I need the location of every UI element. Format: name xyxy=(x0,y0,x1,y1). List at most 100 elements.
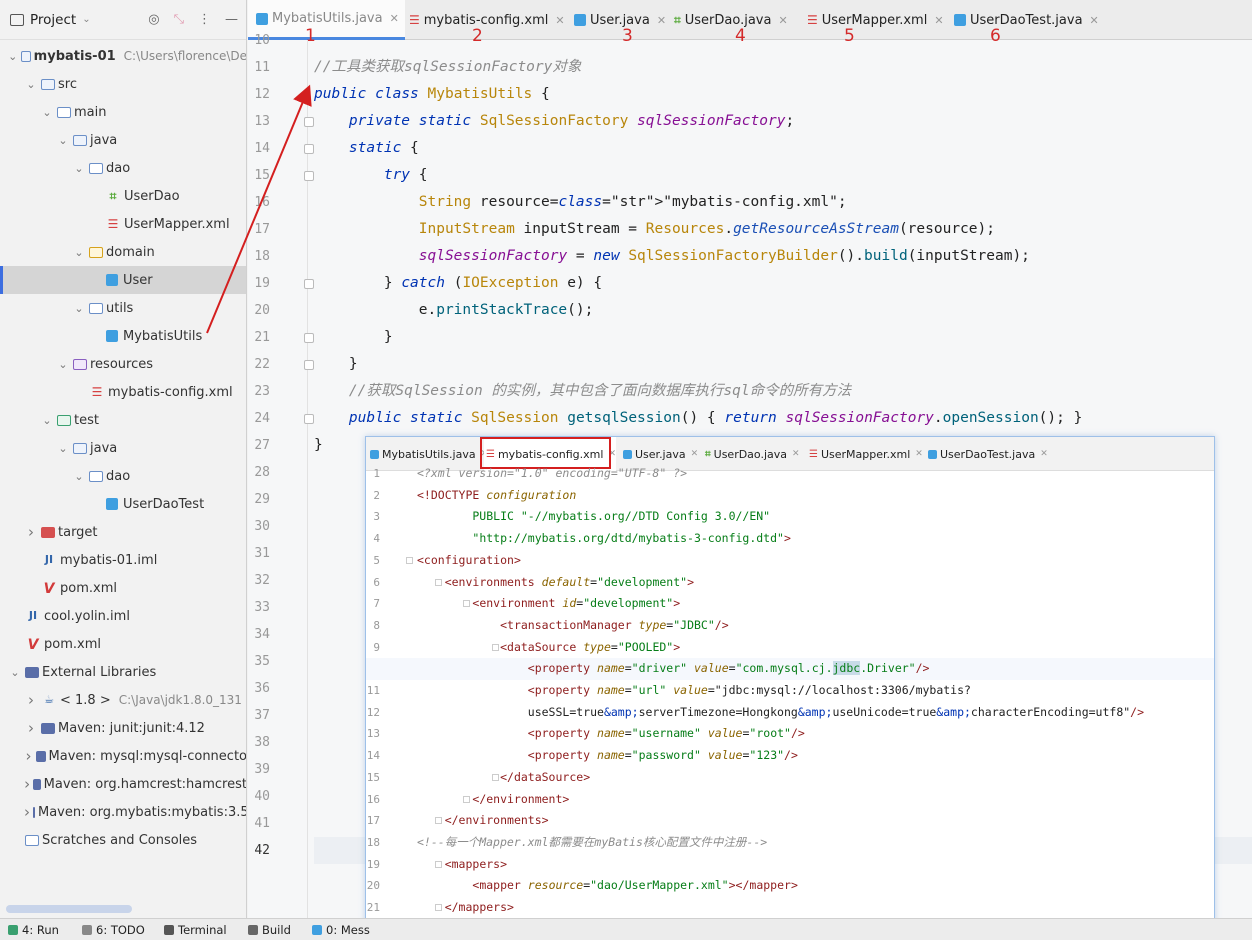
chevron-down-icon[interactable]: ⌄ xyxy=(56,358,70,371)
code-line: e.printStackTrace(); xyxy=(314,302,594,318)
fold-marker-icon[interactable] xyxy=(304,414,314,424)
tab-mybatisutils-java[interactable]: MybatisUtils.java ✕ xyxy=(248,0,405,40)
tab-usermapper-xml[interactable]: ☰ UserMapper.xml ✕ xyxy=(796,0,950,40)
fold-marker-icon[interactable] xyxy=(304,117,314,127)
tree-item[interactable]: ⌄ test xyxy=(0,406,246,434)
close-icon[interactable]: ✕ xyxy=(792,449,800,459)
chevron-down-icon[interactable]: ⌄ xyxy=(72,470,86,483)
tree-item[interactable]: › Maven: mysql:mysql-connecto xyxy=(0,742,246,770)
chevron-down-icon[interactable]: ⌄ xyxy=(56,442,70,455)
tool-window-bar: 4: Run 6: TODO Terminal Build 0: Mess xyxy=(0,918,1252,940)
tree-item[interactable]: ⌄ src xyxy=(0,70,246,98)
close-icon[interactable]: ✕ xyxy=(778,14,787,27)
fold-marker-icon[interactable] xyxy=(304,279,314,289)
chevron-right-icon[interactable]: › xyxy=(24,803,30,821)
tree-item[interactable]: › ☕ < 1.8 > C:\Java\jdk1.8.0_131 xyxy=(0,686,246,714)
line-number: 23 xyxy=(254,384,270,399)
toolwindow-button[interactable]: 4: Run xyxy=(8,919,59,940)
tree-item-label: resources xyxy=(90,356,154,372)
line-number: 14 xyxy=(254,141,270,156)
chevron-right-icon[interactable]: › xyxy=(24,747,33,765)
close-icon[interactable]: ✕ xyxy=(1040,449,1048,459)
close-icon[interactable]: ✕ xyxy=(1090,14,1099,27)
code-line: <dataSource type="POOLED"> xyxy=(500,639,681,654)
tree-item[interactable]: ⌄ dao xyxy=(0,462,246,490)
tree-item[interactable]: Scratches and Consoles xyxy=(0,826,246,854)
fold-marker-icon[interactable] xyxy=(304,333,314,343)
chevron-down-icon[interactable]: ⌄ xyxy=(8,50,18,63)
tab-label: UserDaoTest.java xyxy=(970,12,1083,28)
tab-userdaotest-java[interactable]: UserDaoTest.java ✕ xyxy=(946,0,1105,40)
code-line: <configuration> xyxy=(417,552,521,567)
chevron-down-icon[interactable]: ⌄ xyxy=(24,78,38,91)
chevron-down-icon[interactable]: ⌄ xyxy=(72,302,86,315)
toolwindow-button[interactable]: 6: TODO xyxy=(82,919,145,940)
chevron-down-icon[interactable]: ⌄ xyxy=(72,162,86,175)
line-number: 21 xyxy=(254,330,270,345)
tree-item[interactable]: › Maven: junit:junit:4.12 xyxy=(0,714,246,742)
horizontal-scrollbar[interactable] xyxy=(6,905,132,913)
chevron-right-icon[interactable]: › xyxy=(24,691,38,709)
tab-mybatis-config-xml[interactable]: ☰ mybatis-config.xml ✕ xyxy=(398,0,571,40)
more-options-icon[interactable]: ⋮ xyxy=(198,12,211,27)
tree-item[interactable]: › target xyxy=(0,518,246,546)
chevron-down-icon[interactable]: ⌄ xyxy=(40,106,54,119)
tree-item[interactable]: ⌄ java xyxy=(0,126,246,154)
toolwindow-button[interactable]: Build xyxy=(248,919,291,940)
toolwindow-label: Terminal xyxy=(178,923,227,937)
close-icon[interactable]: ✕ xyxy=(555,14,564,27)
fold-marker-icon[interactable] xyxy=(406,556,413,564)
chevron-right-icon[interactable]: › xyxy=(24,719,38,737)
locate-icon[interactable]: ◎ xyxy=(148,12,159,27)
tree-item[interactable]: ⌄ mybatis-01 C:\Users\florence\De xyxy=(0,42,246,70)
toolwindow-button[interactable]: 0: Mess xyxy=(312,919,370,940)
toolwindow-button[interactable]: Terminal xyxy=(164,919,227,940)
close-icon[interactable]: ✕ xyxy=(934,14,943,27)
fold-marker-icon[interactable] xyxy=(304,360,314,370)
tree-item[interactable]: ⌄ resources xyxy=(0,350,246,378)
tree-item[interactable]: ⌗ UserDao xyxy=(0,182,246,210)
tree-item[interactable]: › Maven: org.hamcrest:hamcrest xyxy=(0,770,246,798)
chevron-down-icon[interactable]: ⌄ xyxy=(82,14,90,25)
tree-item[interactable]: Vpom.xml xyxy=(0,630,246,658)
project-panel-header: Project ⌄ ◎ ⤡ ⋮ — xyxy=(0,0,246,40)
hide-panel-icon[interactable]: — xyxy=(225,12,238,27)
embedded-tab[interactable]: ⌗ UserDao.java ✕ xyxy=(705,437,800,471)
library-jar-icon xyxy=(33,778,41,790)
tree-item[interactable]: ⌄ java xyxy=(0,434,246,462)
fold-marker-icon[interactable] xyxy=(304,144,314,154)
tree-item[interactable]: ⌄ domain xyxy=(0,238,246,266)
tree-item[interactable]: ⌄ External Libraries xyxy=(0,658,246,686)
close-icon[interactable]: ✕ xyxy=(915,449,923,459)
tree-item[interactable]: ☰ UserMapper.xml xyxy=(0,210,246,238)
chevron-down-icon[interactable]: ⌄ xyxy=(72,246,86,259)
tab-user-java[interactable]: User.java ✕ xyxy=(566,0,672,40)
chevron-down-icon[interactable]: ⌄ xyxy=(56,134,70,147)
collapse-all-icon[interactable]: ⤡ xyxy=(174,12,184,27)
tree-item[interactable]: User xyxy=(0,266,246,294)
tree-item[interactable]: ☰ mybatis-config.xml xyxy=(0,378,246,406)
tree-item[interactable]: UserDaoTest xyxy=(0,490,246,518)
tree-item[interactable]: Vpom.xml xyxy=(0,574,246,602)
chevron-down-icon[interactable]: ⌄ xyxy=(8,666,22,679)
chevron-right-icon[interactable]: › xyxy=(24,775,30,793)
chevron-right-icon[interactable]: › xyxy=(24,523,38,541)
tree-item[interactable]: JI cool.yolin.iml xyxy=(0,602,246,630)
tree-item[interactable]: ⌄ main xyxy=(0,98,246,126)
embedded-tab[interactable]: ☰ UserMapper.xml ✕ xyxy=(807,437,923,471)
fold-marker-icon[interactable] xyxy=(304,171,314,181)
project-view-selector[interactable]: Project xyxy=(30,12,76,28)
tree-item[interactable]: ⌄ utils xyxy=(0,294,246,322)
close-icon[interactable]: ✕ xyxy=(691,449,699,459)
tab-userdao-java[interactable]: ⌗ UserDao.java ✕ xyxy=(666,0,794,40)
tree-item[interactable]: ⌄ dao xyxy=(0,154,246,182)
close-icon[interactable]: ✕ xyxy=(657,14,666,27)
code-line: public class MybatisUtils { xyxy=(314,86,550,102)
embedded-code-editor[interactable]: <?xml version="1.0" encoding="UTF-8" ?> <… xyxy=(366,466,1214,939)
tree-item[interactable]: JI mybatis-01.iml xyxy=(0,546,246,574)
tree-item[interactable]: MybatisUtils xyxy=(0,322,246,350)
tree-item[interactable]: › Maven: org.mybatis:mybatis:3.5 xyxy=(0,798,246,826)
chevron-down-icon[interactable]: ⌄ xyxy=(40,414,54,427)
embedded-tab[interactable]: UserDaoTest.java ✕ xyxy=(928,437,1048,471)
tree-item-label: Maven: junit:junit:4.12 xyxy=(58,720,205,736)
